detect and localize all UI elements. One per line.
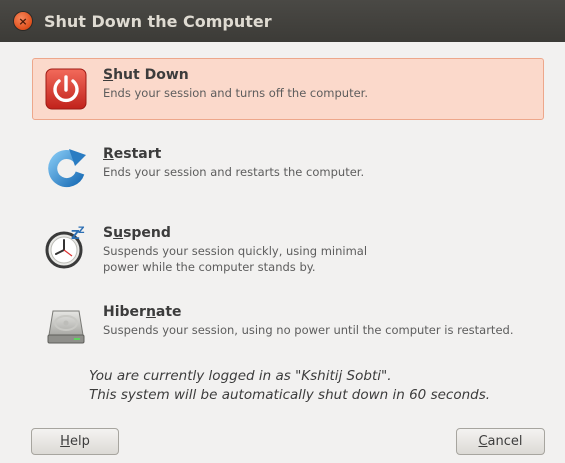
close-button[interactable]: × [14,12,32,30]
close-icon: × [18,14,28,28]
option-description: Suspends your session, using no power un… [103,323,514,337]
svg-text:Z: Z [78,226,85,236]
option-suspend[interactable]: Z Z Suspend Suspends your session quickl… [32,216,544,278]
shutdown-options: Shut Down Ends your session and turns of… [32,58,544,374]
option-description: Suspends your session quickly, using min… [103,244,368,274]
hard-drive-icon [47,310,85,344]
help-button[interactable]: Help [31,428,119,455]
option-label: Hibernate [103,304,182,320]
option-description: Ends your session and turns off the comp… [103,86,368,100]
option-label: Restart [103,146,162,162]
session-info: You are currently logged in as "Kshitij … [89,367,490,405]
restart-icon [48,149,86,187]
option-restart[interactable]: Restart Ends your session and restarts t… [32,137,544,199]
title-bar: × Shut Down the Computer [0,0,565,42]
power-icon [45,68,87,110]
logged-in-text: You are currently logged in as "Kshitij … [89,368,392,384]
cancel-button[interactable]: Cancel [456,428,545,455]
auto-shutdown-text: This system will be automatically shut d… [89,387,491,403]
option-hibernate[interactable]: Hibernate Suspends your session, using n… [32,295,544,357]
option-shut-down[interactable]: Shut Down Ends your session and turns of… [32,58,544,120]
option-description: Ends your session and restarts the compu… [103,165,365,179]
shutdown-dialog: × Shut Down the Computer Shut Down Ends … [0,0,565,463]
option-label: Suspend [103,225,171,241]
window-title: Shut Down the Computer [44,11,272,31]
option-label: Shut Down [103,67,189,83]
suspend-clock-icon: Z Z [45,226,85,269]
